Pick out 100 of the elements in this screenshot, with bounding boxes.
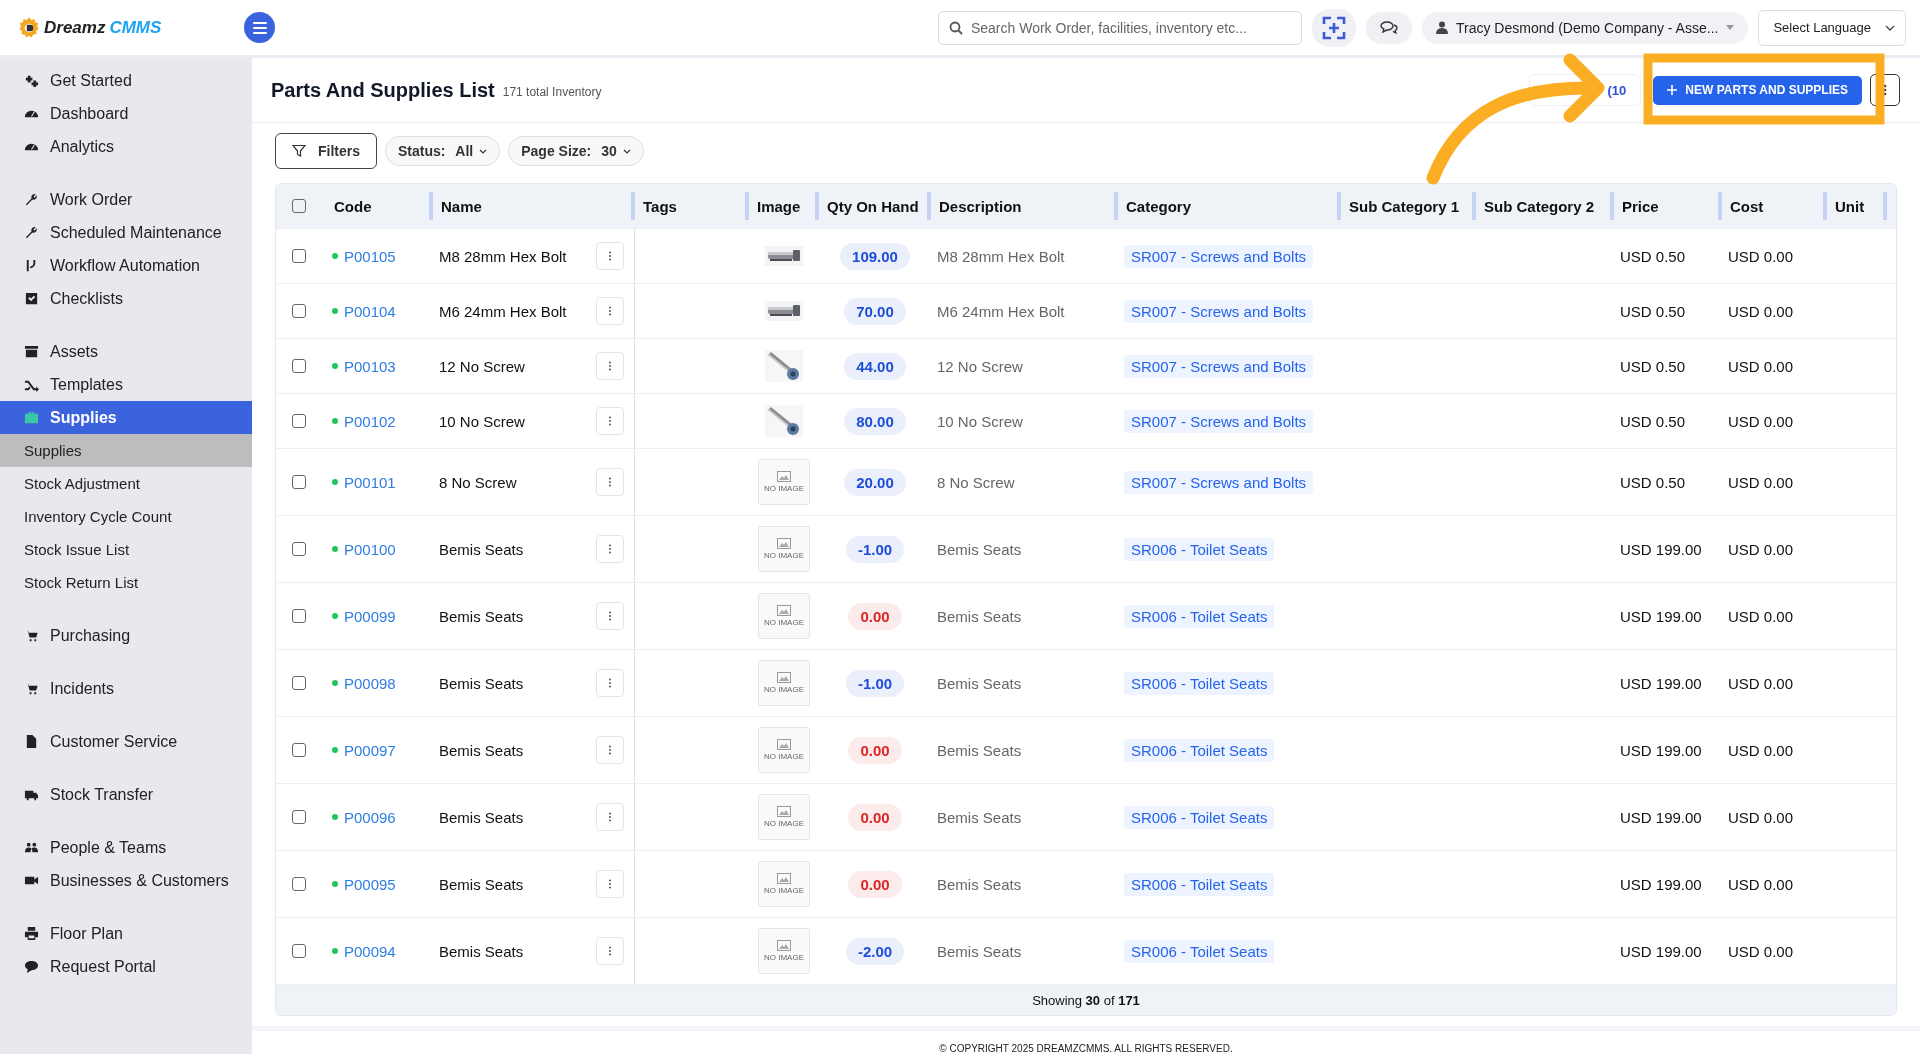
sidebar-label: Work Order [50,190,133,209]
code-link[interactable]: P00104 [344,302,396,320]
category-tag[interactable]: SR007 - Screws and Bolts [1124,354,1314,378]
code-link[interactable]: P00102 [344,412,396,430]
row-checkbox[interactable] [292,676,306,690]
sidebar-item[interactable]: People & Teams [0,831,252,864]
sidebar-item[interactable]: Floor Plan [0,917,252,950]
row-checkbox[interactable] [292,944,306,958]
column-header[interactable]: Image [757,197,801,215]
cost-text: USD 0.00 [1728,674,1794,692]
sidebar-item[interactable]: Analytics [0,130,252,163]
submenu-item[interactable]: Stock Adjustment [0,467,252,500]
column-header[interactable]: Tags [643,197,677,215]
comment-icon [24,959,39,974]
sidebar-item[interactable]: Dashboard [0,97,252,130]
no-image-label: NO IMAGE [764,484,804,493]
row-checkbox[interactable] [292,743,306,757]
column-header[interactable]: Sub Category 2 [1484,197,1595,215]
category-tag[interactable]: SR006 - Toilet Seats [1124,671,1275,695]
row-checkbox[interactable] [292,249,306,263]
category-tag[interactable]: SR006 - Toilet Seats [1124,537,1275,561]
code-link[interactable]: P00095 [344,875,396,893]
filters-button[interactable]: Filters [275,133,377,169]
category-tag[interactable]: SR007 - Screws and Bolts [1124,470,1314,494]
submenu-item[interactable]: Inventory Cycle Count [0,500,252,533]
sidebar-item[interactable]: Request Portal [0,950,252,983]
column-header[interactable]: Name [441,197,482,215]
menu-button[interactable] [244,12,275,43]
qty-badge: 80.00 [844,407,906,435]
submenu-item[interactable]: Supplies [0,434,252,467]
sidebar-item[interactable]: Get Started [0,64,252,97]
category-tag[interactable]: SR006 - Toilet Seats [1124,872,1275,896]
sidebar-item[interactable]: Incidents [0,672,252,705]
sidebar-item[interactable]: Businesses & Customers [0,864,252,897]
row-checkbox[interactable] [292,359,306,373]
row-checkbox[interactable] [292,414,306,428]
row-checkbox[interactable] [292,810,306,824]
column-header[interactable]: Category [1126,197,1192,215]
sidebar-item[interactable]: Customer Service [0,725,252,758]
part-name: Bemis Seats [439,674,524,692]
code-link[interactable]: P00098 [344,674,396,692]
sidebar-item[interactable]: Work Order [0,183,252,216]
language-select[interactable]: Select Language [1758,9,1906,46]
code-link[interactable]: P00099 [344,607,396,625]
chat-button[interactable] [1365,11,1412,44]
sidebar-item[interactable]: Checklists [0,282,252,315]
search-field[interactable]: Search Work Order, facilities, inventory etc... [937,10,1302,45]
kebab-icon [608,544,612,554]
page-size-filter[interactable]: Page Size: 30 [508,136,644,166]
sidebar-item[interactable]: Assets [0,335,252,368]
code-link[interactable]: P00103 [344,357,396,375]
category-tag[interactable]: SR006 - Toilet Seats [1124,604,1275,628]
image-placeholder-icon [777,873,791,884]
code-link[interactable]: P00096 [344,808,396,826]
category-tag[interactable]: SR006 - Toilet Seats [1124,738,1275,762]
code-link[interactable]: P00094 [344,942,396,960]
row-checkbox[interactable] [292,609,306,623]
column-header[interactable]: Sub Category 1 [1349,197,1460,215]
category-tag[interactable]: SR007 - Screws and Bolts [1124,409,1314,433]
sidebar-label: Stock Transfer [50,785,154,804]
sidebar-item[interactable]: Purchasing [0,619,252,652]
row-checkbox[interactable] [292,542,306,556]
funnel-icon [292,144,306,158]
category-tag[interactable]: SR007 - Screws and Bolts [1124,244,1314,268]
scan-button[interactable] [1311,8,1356,47]
sidebar-label: Dashboard [50,104,129,123]
code-link[interactable]: P00101 [344,473,396,491]
submenu-item[interactable]: Stock Return List [0,566,252,599]
row-checkbox[interactable] [292,304,306,318]
sidebar-label: Scheduled Maintenance [50,223,222,242]
sidebar-item[interactable]: Stock Transfer [0,778,252,811]
row-checkbox[interactable] [292,475,306,489]
user-menu[interactable]: Tracy Desmond (Demo Company - Asse... [1421,11,1749,44]
status-filter[interactable]: Status: All [385,136,501,166]
category-tag[interactable]: SR006 - Toilet Seats [1124,805,1275,829]
checkbox-icon [24,291,39,306]
code-link[interactable]: P00105 [344,247,396,265]
column-header[interactable]: Unit [1835,197,1865,215]
submenu-item[interactable]: Stock Issue List [0,533,252,566]
column-header[interactable]: Code [334,197,372,215]
kebab-icon [608,946,612,956]
code-link[interactable]: P00097 [344,741,396,759]
column-header[interactable]: Cost [1730,197,1764,215]
sidebar-item[interactable]: Scheduled Maintenance [0,216,252,249]
column-header[interactable]: Description [939,197,1022,215]
no-image-label: NO IMAGE [764,551,804,560]
cost-text: USD 0.00 [1728,875,1794,893]
code-link[interactable]: P00100 [344,540,396,558]
description-text: M6 24mm Hex Bolt [937,302,1065,320]
category-tag[interactable]: SR006 - Toilet Seats [1124,939,1275,963]
sidebar-item[interactable]: Workflow Automation [0,249,252,282]
sidebar-item[interactable]: Supplies [0,401,252,434]
category-tag[interactable]: SR007 - Screws and Bolts [1124,299,1314,323]
sidebar-item[interactable]: Templates [0,368,252,401]
row-checkbox[interactable] [292,877,306,891]
select-all-checkbox[interactable] [292,199,306,213]
qty-badge: -1.00 [845,535,905,563]
column-header[interactable]: Price [1622,197,1659,215]
new-parts-button[interactable]: NEW PARTS AND SUPPLIES [1653,75,1862,105]
column-header[interactable]: Qty On Hand [827,197,919,215]
